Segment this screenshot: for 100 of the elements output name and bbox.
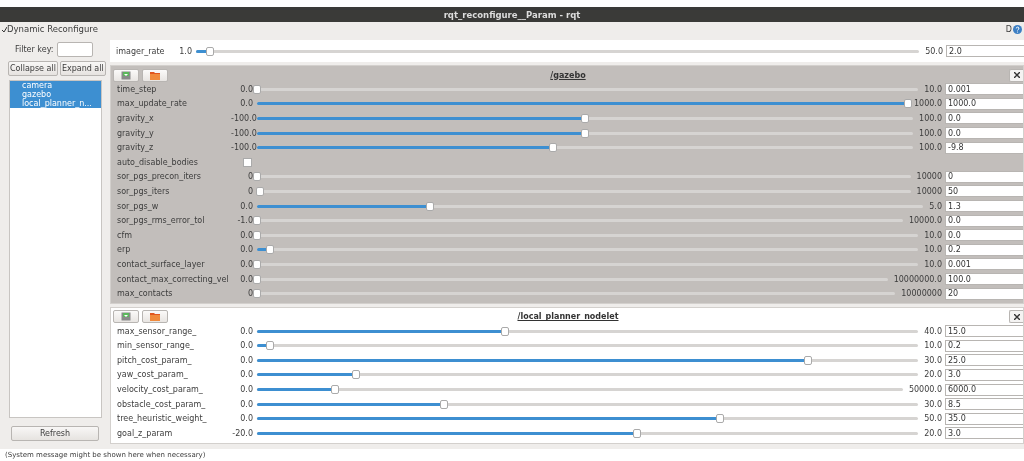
max-label: 50.0 [924,414,942,424]
slider[interactable] [257,329,919,333]
collapse-button[interactable]: Collapse all [8,61,58,76]
max-label: 10.0 [924,230,942,240]
param-name: gravity_z [117,143,155,153]
value-field[interactable]: 6000.0 [945,383,1023,396]
value-field[interactable]: 35.0 [945,412,1023,425]
param-name: contact_max_correcting_vel [117,274,230,284]
group-title: /local_planner_nodelet [517,312,619,322]
load-button[interactable] [142,68,168,82]
max-label: 10.0 [924,84,942,94]
help-icon[interactable] [1013,24,1022,34]
slider[interactable] [257,373,919,377]
filter-label: Filter key: [15,45,54,54]
param-name: obstacle_cost_param_ [117,399,207,409]
checkbox[interactable] [243,157,252,167]
folder-icon [150,312,160,322]
max-label: 50.0 [925,46,943,56]
param-name: sor_pgs_precon_iters [117,172,202,182]
min-label: 0.0 [239,326,253,336]
max-label: 10.0 [924,245,942,255]
slider[interactable] [257,204,924,208]
slider[interactable] [257,146,914,150]
slider[interactable] [257,402,919,406]
value-field[interactable]: 0.0 [945,127,1023,140]
min-label: 0.0 [239,370,253,380]
value-field[interactable]: 0.0 [945,229,1023,242]
dock-title: Dynamic Reconfigure [7,24,98,34]
slider[interactable] [257,431,919,435]
slider[interactable] [196,49,920,53]
param-name: auto_disable_bodies [117,157,199,167]
param-name: max_update_rate [117,99,188,109]
value-field[interactable]: 0.0 [945,214,1023,227]
save-icon [121,70,131,80]
save-icon [121,312,131,322]
slider[interactable] [257,131,914,135]
check-icon [2,26,7,32]
slider[interactable] [257,344,919,348]
slider[interactable] [257,417,919,421]
max-label: 20.0 [924,370,942,380]
value-field[interactable]: 0.0 [945,112,1023,125]
value-field[interactable]: 20 [945,287,1023,300]
min-label: 0.0 [239,99,253,109]
param-name: gravity_y [117,128,155,138]
slider[interactable] [257,117,914,120]
value-field[interactable]: 0.001 [945,83,1023,96]
max-label: 10.0 [924,341,942,351]
value-field[interactable]: 0.001 [945,258,1023,271]
save-button[interactable] [113,310,139,324]
max-label: 5.0 [929,201,942,211]
param-name: sor_pgs_iters [117,186,171,196]
save-button[interactable] [113,68,139,82]
param-name: contact_surface_layer [117,259,206,269]
max-label: 1000.0 [914,99,942,109]
min-label: 0.0 [239,385,253,395]
min-label: 0.0 [239,341,253,351]
dock-label: D [1005,24,1012,34]
folder-icon [150,70,160,80]
value-field[interactable]: 2.0 [946,45,1024,57]
value-field[interactable]: 0.2 [945,243,1023,256]
max-label: 30.0 [924,399,942,409]
param-name: velocity_cost_param_ [117,385,204,395]
min-label: 0.0 [239,84,253,94]
min-label: 1.0 [178,46,192,56]
min-label: 0.0 [239,201,253,211]
load-button[interactable] [142,310,168,324]
close-button[interactable] [1009,310,1023,324]
value-field[interactable]: -9.8 [945,141,1023,154]
value-field[interactable]: 1.3 [945,200,1023,213]
expand-button[interactable]: Expand all [59,61,106,76]
slider[interactable] [257,388,903,392]
param-name: min_sensor_range_ [117,341,195,351]
close-button[interactable] [1009,68,1023,82]
value-field[interactable]: 15.0 [945,325,1023,338]
param-name: imager_rate [116,46,166,56]
param-name: sor_pgs_w [117,201,160,211]
param-name: goal_z_param [117,428,174,438]
slider[interactable] [257,358,919,362]
value-field[interactable]: 3.0 [945,369,1023,381]
param-name: yaw_cost_param_ [117,370,189,380]
min-label: 0.0 [239,399,253,409]
max-label: 10000000.0 [893,274,942,284]
value-field[interactable]: 0 [945,170,1023,183]
refresh-button[interactable]: Refresh [11,426,99,441]
max-label: 20.0 [924,428,942,438]
close-icon [1014,72,1020,78]
param-name: max_contacts [117,289,174,299]
value-field[interactable]: 0.2 [945,339,1023,352]
param-name: sor_pgs_rms_error_tol [117,216,206,226]
max-label: 50000.0 [908,385,942,395]
filter-field[interactable] [57,42,94,57]
window-title: rqt_reconfigure__Param - rqt [0,7,1024,22]
max-label: 100.0 [919,114,942,123]
value-field[interactable]: 3.0 [945,427,1023,440]
value-field[interactable]: 25.0 [945,354,1023,367]
value-field[interactable]: 1000.0 [945,97,1023,110]
value-field[interactable]: 50 [945,185,1023,198]
value-field[interactable]: 8.5 [945,398,1023,411]
min-label: -1.0 [236,216,253,226]
value-field[interactable]: 100.0 [945,273,1023,285]
